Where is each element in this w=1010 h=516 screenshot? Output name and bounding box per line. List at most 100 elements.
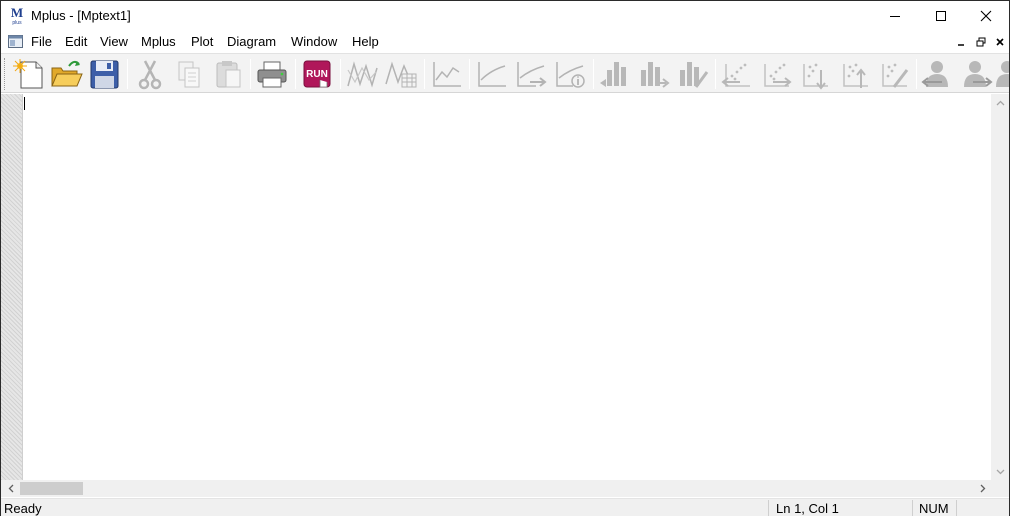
plot-lines-icon [347, 61, 378, 88]
cut-button[interactable] [132, 57, 168, 91]
restore-icon [976, 37, 986, 47]
cursor-position: Ln 1, Col 1 [776, 501, 839, 516]
plot-lines-table-button[interactable] [383, 57, 419, 91]
child-restore-button[interactable] [973, 35, 989, 49]
person-right-icon [964, 61, 993, 87]
bar-right-button[interactable] [636, 57, 672, 91]
scatter-up-button[interactable] [837, 57, 873, 91]
bar-edit-icon [680, 62, 709, 88]
save-icon [90, 60, 119, 89]
copy-icon [178, 61, 200, 88]
child-close-button[interactable] [992, 35, 1008, 49]
chevron-left-icon [8, 484, 13, 493]
text-caret [24, 97, 25, 110]
menu-window[interactable]: Window [291, 34, 337, 49]
scroll-down-button[interactable] [991, 463, 1009, 480]
toolbar-separator [250, 59, 251, 89]
scatter-left-button[interactable] [719, 57, 755, 91]
num-lock-indicator: NUM [919, 501, 949, 516]
mplus-window: M plus Mplus - [Mptext1] File Edit View … [0, 0, 1010, 516]
toolbar-grip[interactable] [4, 58, 7, 90]
cut-icon [138, 60, 162, 90]
bar-right-icon [641, 62, 670, 88]
bar-edit-button[interactable] [675, 57, 711, 91]
person-left-button[interactable] [919, 57, 955, 91]
logo-letter: M [11, 6, 23, 20]
document-window-icon[interactable] [8, 35, 23, 48]
horizontal-scroll-thumb[interactable] [20, 482, 83, 495]
new-file-button[interactable] [11, 57, 47, 91]
chevron-right-icon [980, 484, 985, 493]
scroll-up-button[interactable] [991, 94, 1009, 111]
line-chart-button[interactable] [429, 57, 465, 91]
toolbar-separator [593, 59, 594, 89]
person-left-icon [921, 61, 948, 87]
plot-lines-button[interactable] [344, 57, 380, 91]
status-divider [768, 500, 769, 516]
trend-info-button[interactable] [552, 57, 588, 91]
trend-button[interactable] [474, 57, 510, 91]
trend-arrow-icon [517, 62, 547, 87]
window-title: Mplus - [Mptext1] [31, 8, 131, 23]
copy-button[interactable] [171, 57, 207, 91]
status-divider [912, 500, 913, 516]
menu-file[interactable]: File [31, 34, 52, 49]
scatter-edit-icon [882, 63, 909, 88]
person-more-button[interactable] [993, 57, 1009, 91]
toolbar-separator [424, 59, 425, 89]
minimize-button[interactable] [872, 1, 918, 31]
trend-arrow-button[interactable] [513, 57, 549, 91]
scatter-right-icon [764, 63, 792, 87]
save-button[interactable] [86, 57, 122, 91]
maximize-icon [936, 11, 946, 21]
line-chart-icon [433, 62, 461, 87]
scatter-right-button[interactable] [758, 57, 794, 91]
toolbar-separator [295, 59, 296, 89]
child-minimize-button[interactable] [953, 35, 969, 49]
menu-view[interactable]: View [100, 34, 128, 49]
person-right-button[interactable] [958, 57, 994, 91]
toolbar-separator [340, 59, 341, 89]
scroll-right-button[interactable] [974, 480, 991, 497]
mplus-logo-icon: M plus [9, 5, 25, 26]
trend-info-icon [556, 62, 585, 88]
editor-gutter [1, 94, 23, 480]
person-more-icon [996, 61, 1009, 87]
bar-left-icon [600, 62, 626, 87]
editor-text-area[interactable] [23, 94, 991, 480]
paste-button[interactable] [210, 57, 246, 91]
run-icon: RUN [303, 60, 331, 88]
menu-plot[interactable]: Plot [191, 34, 213, 49]
toolbar: RUN [1, 53, 1009, 93]
title-bar[interactable]: M plus Mplus - [Mptext1] [1, 1, 1009, 31]
toolbar-separator [127, 59, 128, 89]
menu-diagram[interactable]: Diagram [227, 34, 276, 49]
minimize-icon [890, 16, 900, 17]
bar-left-button[interactable] [597, 57, 633, 91]
run-label: RUN [306, 69, 328, 80]
new-file-icon [13, 59, 43, 89]
chevron-down-icon [996, 469, 1004, 474]
logo-subtext: plus [12, 20, 22, 26]
scatter-down-button[interactable] [797, 57, 833, 91]
open-button[interactable] [48, 57, 84, 91]
vertical-scrollbar[interactable] [991, 94, 1009, 480]
scatter-edit-button[interactable] [876, 57, 912, 91]
menu-mplus[interactable]: Mplus [141, 34, 176, 49]
status-ready: Ready [4, 501, 42, 516]
chevron-up-icon [996, 100, 1004, 105]
horizontal-scrollbar[interactable] [1, 480, 1009, 497]
minimize-icon [958, 44, 964, 46]
plot-lines-table-icon [385, 61, 417, 88]
menu-help[interactable]: Help [352, 34, 379, 49]
close-icon [996, 38, 1004, 46]
scroll-left-button[interactable] [2, 480, 19, 497]
toolbar-separator [715, 59, 716, 89]
maximize-button[interactable] [918, 1, 964, 31]
scatter-down-icon [803, 63, 828, 90]
paste-icon [216, 61, 241, 88]
print-button[interactable] [254, 57, 290, 91]
close-button[interactable] [963, 1, 1009, 31]
menu-edit[interactable]: Edit [65, 34, 87, 49]
run-button[interactable]: RUN [299, 57, 335, 91]
